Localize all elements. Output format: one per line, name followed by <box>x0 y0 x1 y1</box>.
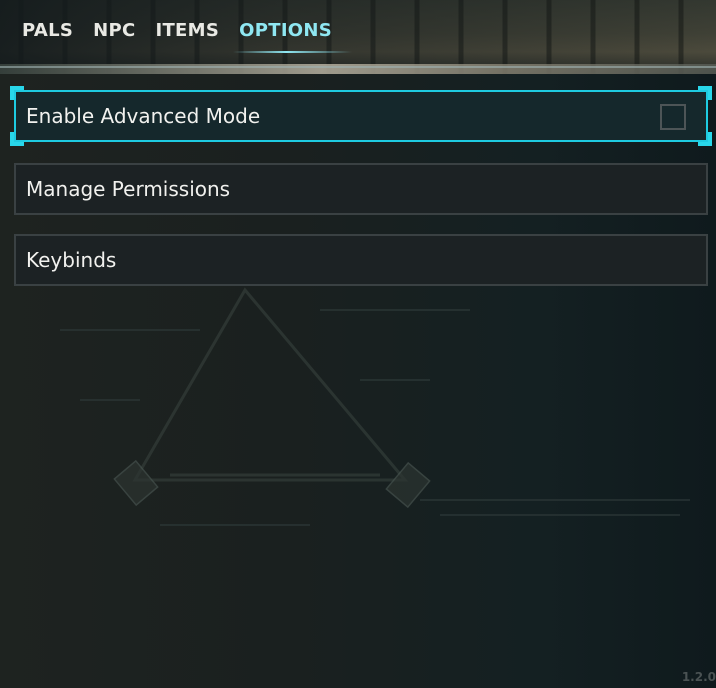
manage-permissions-button[interactable]: Manage Permissions <box>14 163 708 215</box>
tab-options-label: OPTIONS <box>239 20 333 41</box>
background-triangle-decoration <box>60 287 690 526</box>
tab-options[interactable]: OPTIONS <box>233 20 353 53</box>
selection-corner-top-right <box>698 86 712 100</box>
advanced-mode-checkbox[interactable] <box>660 104 686 130</box>
enable-advanced-mode-label: Enable Advanced Mode <box>26 104 261 128</box>
enable-advanced-mode-row[interactable]: Enable Advanced Mode <box>10 86 712 146</box>
tab-pals[interactable]: PALS <box>22 20 73 47</box>
selection-corner-top-left <box>10 86 24 100</box>
options-screen: PALS NPC ITEMS OPTIONS Enable Advanced M… <box>0 0 716 688</box>
manage-permissions-label: Manage Permissions <box>26 177 231 201</box>
version-label: 1.2.0 <box>681 670 716 684</box>
keybinds-button[interactable]: Keybinds <box>14 234 708 286</box>
selection-corner-bottom-right <box>698 132 712 146</box>
tab-items[interactable]: ITEMS <box>155 20 219 47</box>
tab-bar: PALS NPC ITEMS OPTIONS <box>22 20 353 53</box>
active-tab-underline <box>233 51 353 53</box>
selection-corner-bottom-left <box>10 132 24 146</box>
tab-npc[interactable]: NPC <box>93 20 135 47</box>
keybinds-label: Keybinds <box>26 248 117 272</box>
header-divider <box>0 66 716 68</box>
